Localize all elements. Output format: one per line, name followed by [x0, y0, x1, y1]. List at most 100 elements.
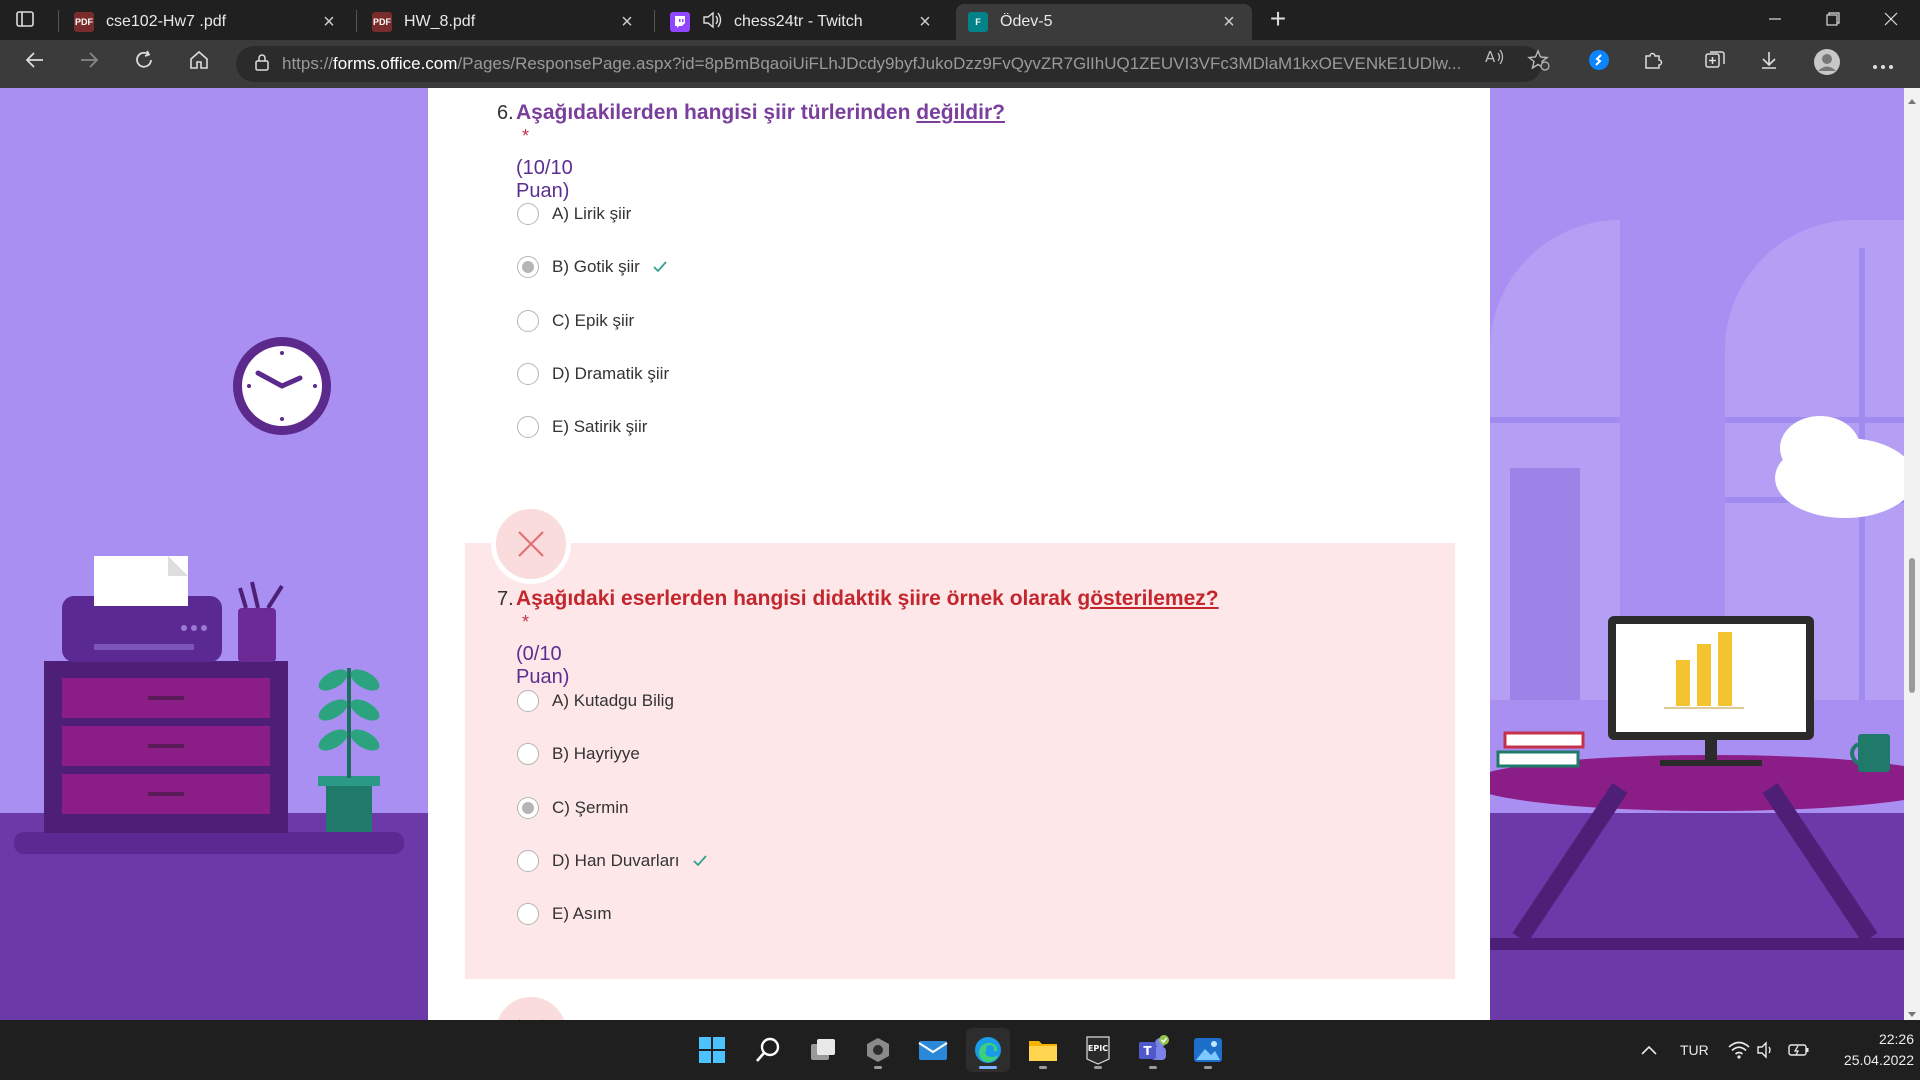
running-indicator	[874, 1066, 882, 1069]
required-asterisk: *	[522, 612, 530, 632]
question-number: 7.	[497, 588, 514, 610]
url-scheme: https://	[282, 54, 334, 73]
page-scrollbar[interactable]	[1904, 88, 1920, 1020]
add-favorite-icon[interactable]	[1522, 48, 1556, 80]
file-explorer-icon[interactable]	[1021, 1028, 1065, 1072]
scrollbar-thumb[interactable]	[1909, 558, 1915, 693]
url-host: forms.office.com	[333, 54, 458, 73]
active-indicator	[979, 1066, 997, 1069]
close-tab-icon[interactable]: ×	[616, 11, 638, 34]
question-title-emphasis: gösterilemez?	[1077, 587, 1219, 610]
close-tab-icon[interactable]: ×	[914, 11, 936, 34]
option-e[interactable]: E) Satirik şiir	[517, 415, 647, 439]
radio-button[interactable]	[517, 850, 539, 872]
epic-label: EPIC	[1088, 1044, 1108, 1053]
question-number: 6.	[497, 102, 514, 124]
option-d[interactable]: D) Dramatik şiir	[517, 362, 669, 386]
radio-button[interactable]	[517, 203, 539, 225]
read-aloud-icon[interactable]: A	[1478, 47, 1512, 79]
browser-toolbar: https://forms.office.com/Pages/ResponseP…	[0, 40, 1920, 88]
radio-button[interactable]	[517, 743, 539, 765]
edge-browser-icon[interactable]	[966, 1028, 1010, 1072]
close-window-button[interactable]	[1862, 0, 1920, 40]
option-label: D) Han Duvarları	[552, 851, 680, 870]
option-b[interactable]: B) Gotik şiir	[517, 255, 668, 279]
minimize-button[interactable]	[1746, 0, 1804, 40]
question-title: Aşağıdaki eserlerden hangisi didaktik şi…	[516, 587, 1219, 611]
option-label: A) Kutadgu Bilig	[552, 691, 674, 710]
close-tab-icon[interactable]: ×	[318, 11, 340, 34]
option-e[interactable]: E) Asım	[517, 902, 612, 926]
address-bar[interactable]: https://forms.office.com/Pages/ResponseP…	[236, 46, 1542, 82]
option-a[interactable]: A) Lirik şiir	[517, 202, 631, 226]
tab-actions-icon[interactable]	[14, 8, 42, 32]
extensions-icon[interactable]	[1636, 48, 1670, 80]
tab-title: cse102-Hw7 .pdf	[106, 13, 227, 30]
option-b[interactable]: B) Hayriyye	[517, 742, 640, 766]
volume-icon[interactable]	[1756, 1020, 1776, 1080]
epic-games-icon[interactable]: EPIC	[1076, 1028, 1120, 1072]
teams-icon[interactable]: T	[1131, 1028, 1175, 1072]
radio-button[interactable]	[517, 690, 539, 712]
clock-date: 25.04.2022	[1843, 1052, 1914, 1068]
question-title-text: Aşağıdakilerden hangisi şiir türlerinden	[516, 101, 917, 124]
question-title: Aşağıdakilerden hangisi şiir türlerinden…	[516, 101, 1005, 125]
forward-button[interactable]	[72, 48, 106, 80]
radio-button[interactable]	[517, 310, 539, 332]
forms-page: 6. Aşağıdakilerden hangisi şiir türlerin…	[0, 88, 1904, 1020]
tab-hw8[interactable]: PDF HW_8.pdf ×	[360, 4, 650, 40]
option-c[interactable]: C) Şermin	[517, 796, 629, 820]
system-clock[interactable]: 22:26 25.04.2022	[1822, 1029, 1914, 1071]
option-label: B) Hayriyye	[552, 744, 640, 763]
new-tab-button[interactable]: +	[1262, 4, 1294, 36]
option-label: B) Gotik şiir	[552, 257, 640, 276]
option-d[interactable]: D) Han Duvarları	[517, 849, 708, 873]
twitch-icon	[670, 12, 690, 32]
radio-button[interactable]	[517, 363, 539, 385]
svg-text:A: A	[1485, 48, 1496, 66]
windows-start-icon[interactable]	[690, 1028, 734, 1072]
shazam-extension-icon[interactable]	[1582, 48, 1616, 80]
tab-title: HW_8.pdf	[404, 13, 476, 30]
restore-button[interactable]	[1804, 0, 1862, 40]
speaker-icon[interactable]	[702, 11, 724, 34]
refresh-button[interactable]	[127, 48, 161, 80]
more-options-icon[interactable]	[1866, 48, 1900, 80]
mail-app-icon[interactable]	[911, 1028, 955, 1072]
profile-avatar-icon[interactable]	[1810, 48, 1844, 80]
home-button[interactable]	[182, 48, 216, 80]
tab-separator	[654, 10, 655, 32]
back-button[interactable]	[18, 48, 52, 80]
tab-odev5[interactable]: F Ödev-5 ×	[956, 4, 1252, 40]
radio-button[interactable]	[517, 416, 539, 438]
windows-taskbar: EPIC T TUR 22:26 25.04.2022	[0, 1020, 1920, 1080]
wall-clock-icon	[233, 337, 331, 435]
input-language[interactable]: TUR	[1680, 1020, 1709, 1080]
radio-button-selected[interactable]	[517, 256, 539, 278]
scroll-up-arrow-icon[interactable]	[1907, 92, 1917, 110]
question-title-emphasis: değildir?	[916, 101, 1005, 124]
option-label: D) Dramatik şiir	[552, 364, 670, 383]
tab-cse102-hw7[interactable]: PDF cse102-Hw7 .pdf ×	[62, 4, 352, 40]
collections-icon[interactable]	[1698, 48, 1732, 80]
correct-check-icon	[692, 853, 708, 869]
task-view-icon[interactable]	[801, 1028, 845, 1072]
lock-icon[interactable]	[254, 53, 270, 76]
battery-icon[interactable]	[1788, 1020, 1810, 1080]
radio-button[interactable]	[517, 903, 539, 925]
tab-title: chess24tr - Twitch	[734, 13, 863, 30]
option-c[interactable]: C) Epik şiir	[517, 309, 634, 333]
url-text[interactable]: https://forms.office.com/Pages/ResponseP…	[282, 54, 1502, 74]
settings-app-icon[interactable]	[856, 1028, 900, 1072]
wifi-icon[interactable]	[1728, 1020, 1750, 1080]
radio-button-selected[interactable]	[517, 797, 539, 819]
downloads-icon[interactable]	[1752, 48, 1786, 80]
show-hidden-icons-icon[interactable]	[1640, 1020, 1658, 1080]
tab-separator	[58, 10, 59, 32]
close-tab-icon[interactable]: ×	[1218, 11, 1240, 34]
tab-twitch[interactable]: chess24tr - Twitch ×	[658, 4, 948, 40]
photos-app-icon[interactable]	[1186, 1028, 1230, 1072]
option-label: E) Asım	[552, 904, 612, 923]
option-a[interactable]: A) Kutadgu Bilig	[517, 689, 674, 713]
search-icon[interactable]	[746, 1028, 790, 1072]
